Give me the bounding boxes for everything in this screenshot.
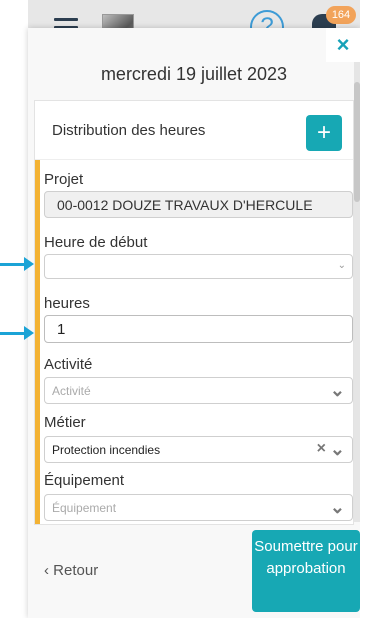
card-title: Distribution des heures <box>52 122 206 139</box>
equipement-placeholder: Équipement <box>52 501 117 515</box>
hours-card: Distribution des heures + Projet 00-0012… <box>34 100 354 525</box>
card-header: Distribution des heures + <box>35 101 353 160</box>
back-link[interactable]: ‹ Retour <box>44 562 98 579</box>
activite-label: Activité <box>44 356 93 373</box>
submit-button[interactable]: Soumettre pour approbation <box>252 530 360 612</box>
page-date: mercredi 19 juillet 2023 <box>100 64 288 84</box>
chevron-down-icon: ⌄ <box>337 260 346 271</box>
chevron-down-icon: ⌄ <box>329 439 345 459</box>
clear-icon[interactable]: × <box>317 440 326 458</box>
hours-modal: × mercredi 19 juillet 2023 Distribution … <box>28 28 360 618</box>
chevron-down-icon: ⌄ <box>329 497 345 517</box>
projet-label: Projet <box>44 171 84 188</box>
add-button[interactable]: + <box>306 115 342 151</box>
metier-label: Métier <box>44 414 86 431</box>
metier-select[interactable]: Protection incendies × ⌄ <box>44 436 353 463</box>
heures-label: heures <box>44 295 90 312</box>
activite-select[interactable]: Activité ⌄ <box>44 377 353 404</box>
projet-field: 00-0012 DOUZE TRAVAUX D'HERCULE <box>44 191 353 218</box>
equipement-label: Équipement <box>44 472 125 489</box>
chevron-down-icon: ⌄ <box>329 380 345 400</box>
accent-bar <box>35 160 40 524</box>
heure-debut-label: Heure de début <box>44 234 148 251</box>
metier-value: Protection incendies <box>52 443 161 457</box>
right-edge <box>360 0 370 618</box>
close-icon[interactable]: × <box>326 28 360 62</box>
annotation-arrow <box>0 326 34 340</box>
annotation-arrow <box>0 257 34 271</box>
notification-badge: 164 <box>326 6 356 24</box>
activite-placeholder: Activité <box>52 384 91 398</box>
left-gutter <box>0 0 28 618</box>
heure-debut-select[interactable]: ⌄ <box>44 254 353 279</box>
equipement-select[interactable]: Équipement ⌄ <box>44 494 353 521</box>
heures-input[interactable]: 1 <box>44 315 353 343</box>
